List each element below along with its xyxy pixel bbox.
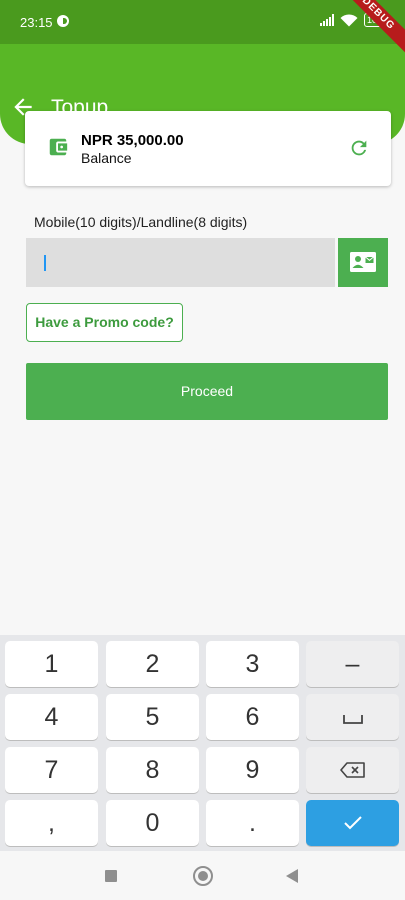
key-2[interactable]: 2	[106, 641, 199, 687]
key-1[interactable]: 1	[5, 641, 98, 687]
refresh-icon[interactable]	[348, 137, 370, 159]
key-comma[interactable]: ,	[5, 800, 98, 846]
key-done[interactable]	[306, 800, 399, 846]
phone-number-input[interactable]	[26, 238, 335, 287]
key-6[interactable]: 6	[206, 694, 299, 740]
key-space[interactable]	[306, 694, 399, 740]
key-5[interactable]: 5	[106, 694, 199, 740]
promo-code-button[interactable]: Have a Promo code?	[26, 303, 183, 342]
key-7[interactable]: 7	[5, 747, 98, 793]
checkmark-icon	[343, 816, 362, 830]
system-nav-bar	[0, 851, 405, 900]
signal-icon	[319, 14, 334, 26]
wifi-icon	[340, 13, 358, 26]
wallet-icon	[49, 138, 68, 156]
space-bar-icon	[342, 715, 363, 724]
status-time: 23:15	[20, 15, 53, 30]
key-4[interactable]: 4	[5, 694, 98, 740]
key-dash[interactable]: –	[306, 641, 399, 687]
balance-amount: NPR 35,000.00	[81, 132, 184, 149]
key-3[interactable]: 3	[206, 641, 299, 687]
numeric-keypad: 1 2 3 – 4 5 6 7 8 9 , 0 .	[0, 635, 405, 851]
recents-icon[interactable]	[105, 870, 117, 882]
status-bar: 23:15 100	[0, 0, 405, 44]
proceed-button[interactable]: Proceed	[26, 363, 388, 420]
key-8[interactable]: 8	[106, 747, 199, 793]
backspace-icon	[339, 762, 365, 778]
home-icon[interactable]	[193, 866, 213, 886]
text-cursor	[44, 255, 46, 271]
key-0[interactable]: 0	[106, 800, 199, 846]
key-backspace[interactable]	[306, 747, 399, 793]
phone-field-label: Mobile(10 digits)/Landline(8 digits)	[34, 214, 248, 230]
notification-icon	[57, 15, 69, 27]
key-period[interactable]: .	[206, 800, 299, 846]
contacts-button[interactable]	[338, 238, 388, 287]
back-triangle-icon[interactable]	[286, 869, 298, 883]
balance-card: NPR 35,000.00 Balance	[25, 111, 391, 186]
contact-card-icon	[350, 252, 376, 272]
key-9[interactable]: 9	[206, 747, 299, 793]
balance-label: Balance	[81, 150, 132, 166]
